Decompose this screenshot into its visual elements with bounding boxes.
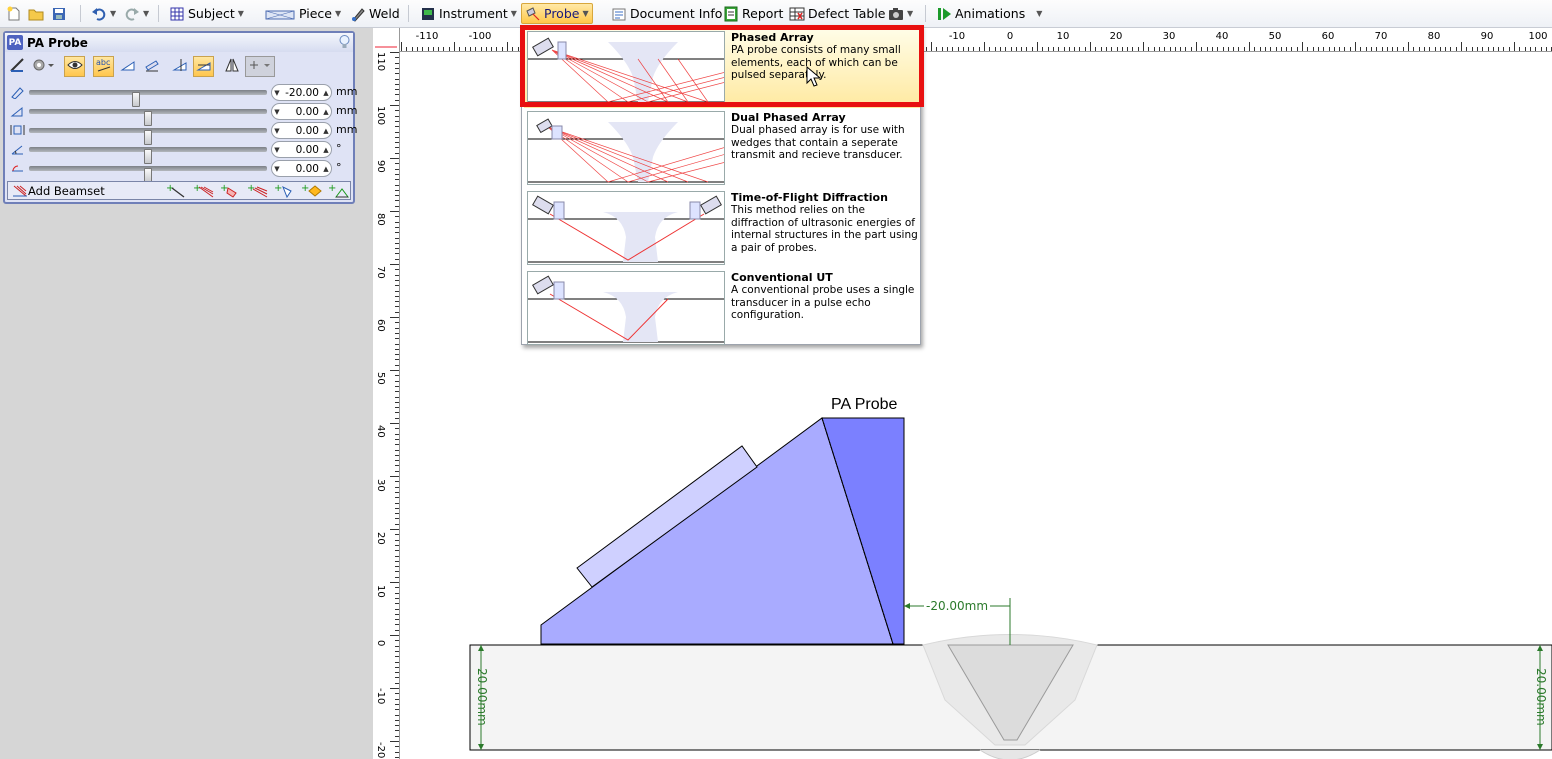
- thickness-dimension-label-left: 20.00mm: [475, 668, 489, 726]
- phased-array-thumbnail: [527, 31, 725, 105]
- conventional-ut-thumbnail: [527, 271, 725, 345]
- menu-item-dual-phased-array[interactable]: Dual Phased Array Dual phased array is f…: [524, 108, 920, 188]
- probe-type-menu: Phased Array PA probe consists of many s…: [521, 25, 921, 345]
- menu-item-description: Dual phased array is for use with wedges…: [731, 124, 905, 162]
- offset-dimension-label: -20.00mm: [924, 599, 991, 613]
- menu-item-description: This method relies on the diffraction of…: [731, 204, 918, 255]
- dual-phased-array-thumbnail: [527, 111, 725, 185]
- menu-item-title: Time-of-Flight Diffraction: [731, 191, 888, 204]
- probe-name-label: PA Probe: [831, 396, 898, 413]
- mouse-cursor-icon: [806, 66, 822, 87]
- tofd-thumbnail: [527, 191, 725, 265]
- dim-arrow-icon: [904, 603, 910, 609]
- weld-root: [979, 749, 1041, 759]
- menu-item-phased-array[interactable]: Phased Array PA probe consists of many s…: [524, 28, 920, 108]
- menu-item-description: PA probe consists of many small elements…: [731, 44, 901, 82]
- menu-item-title: Phased Array: [731, 31, 814, 44]
- thickness-dimension-label-right: 20.00mm: [1534, 668, 1548, 726]
- menu-item-title: Conventional UT: [731, 271, 833, 284]
- menu-item-title: Dual Phased Array: [731, 111, 846, 124]
- menu-item-conventional-ut[interactable]: Conventional UT A conventional probe use…: [524, 268, 920, 348]
- menu-item-description: A conventional probe uses a single trans…: [731, 284, 915, 322]
- menu-item-tofd[interactable]: Time-of-Flight Diffraction This method r…: [524, 188, 920, 268]
